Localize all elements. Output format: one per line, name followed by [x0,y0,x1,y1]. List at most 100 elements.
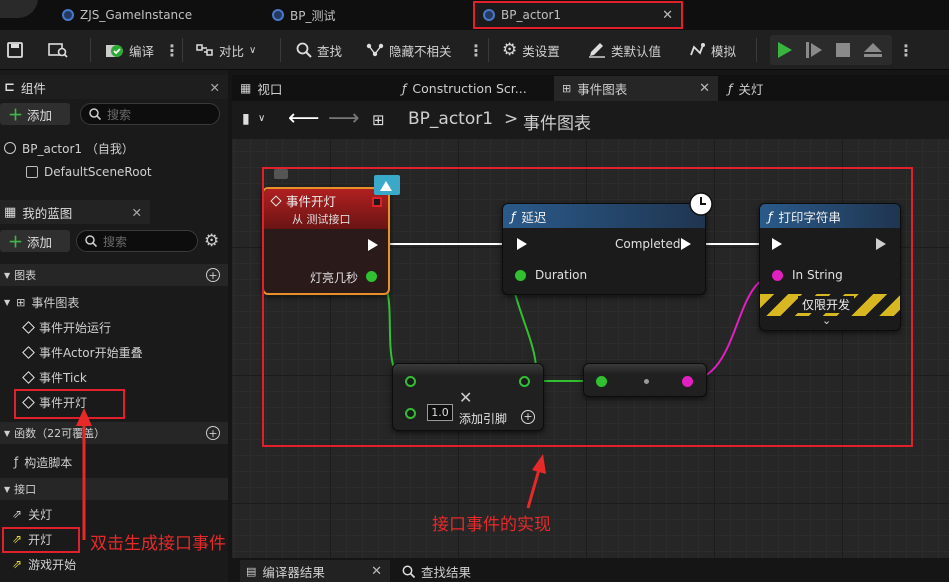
node-header-strip [584,364,706,374]
float-out-pin[interactable] [519,376,530,387]
interface-item-game-start[interactable]: ⇗ 游戏开始 [12,554,76,574]
chevron-down-icon[interactable]: ⌄ [822,314,831,327]
close-icon[interactable]: ✕ [210,80,220,95]
add-pin-icon[interactable]: + [521,410,535,424]
graph-icon: ⊞ [562,82,572,95]
components-search-input[interactable]: 搜索 [80,103,220,125]
exec-in-pin[interactable] [517,238,527,250]
panel-title: 组件 [20,80,46,96]
string-out-pin[interactable] [682,376,693,387]
interfaces-section-header[interactable]: ▼ 接口 [0,478,228,500]
tab-zjs-gameinstance[interactable]: ZJS_GameInstance [62,3,192,27]
interface-message-icon [374,175,400,195]
breadcrumb-root[interactable]: BP_actor1 [408,109,493,129]
diff-button[interactable]: 对比 ∨ [196,39,256,61]
graphs-section-header[interactable]: ▼ 图表 + [0,264,228,286]
stop-icon[interactable] [836,43,850,57]
default-value-input[interactable]: 1.0 [427,404,453,421]
add-component-button[interactable]: ＋ 添加 [0,103,70,125]
bookmark-icon[interactable]: ▮ [242,111,250,127]
hide-unrelated-button[interactable]: 隐藏不相关 [366,39,452,61]
tab-bp-test[interactable]: BP_测试 [272,3,335,27]
search-icon [402,565,415,578]
simulate-button[interactable]: 模拟 [688,39,736,61]
save-button[interactable] [6,39,24,61]
duration-in-pin[interactable] [515,270,526,281]
function-icon: ƒ [402,80,407,96]
event-node-lights-on[interactable]: 事件开灯 从 测试接口 灯亮几秒 [262,187,390,295]
delay-node[interactable]: ƒ 延迟 Completed Duration [502,203,706,295]
divider [488,38,489,62]
add-function-icon[interactable]: + [206,426,220,440]
component-label: BP_actor1 （自我） [22,141,134,156]
compiler-results-icon: ▤ [246,564,257,578]
eject-icon[interactable] [864,43,882,52]
chevron-down-icon[interactable]: ∨ [258,113,265,124]
tab-event-graph[interactable]: ⊞ 事件图表 ✕ [554,76,718,101]
tab-find-results[interactable]: 查找结果 [402,560,471,582]
event-icon [22,320,35,334]
string-in-pin[interactable] [772,270,783,281]
settings-gear-icon[interactable]: ⚙ [204,231,219,251]
compile-options-button[interactable]: ⋮ [164,39,180,61]
functions-section-header[interactable]: ▼ 函数（22可覆盖） + [0,422,228,444]
component-child-item[interactable]: DefaultSceneRoot [26,162,152,182]
back-arrow-icon[interactable]: ⟵ [288,106,320,131]
forward-arrow-icon[interactable]: ⟶ [328,106,360,131]
diff-icon [196,44,213,56]
close-icon[interactable]: ✕ [371,564,382,579]
tab-bp-actor1[interactable]: BP_actor1 ✕ [473,1,683,29]
construction-script-item[interactable]: ƒ 构造脚本 [14,452,72,472]
add-blueprint-member-button[interactable]: ＋ 添加 [0,230,70,252]
add-pin-label[interactable]: 添加引脚 [459,410,507,427]
find-button[interactable]: 查找 [296,39,342,61]
interface-item-lights-on[interactable]: ⇗ 开灯 [12,529,52,549]
add-float-node[interactable]: ✕ 1.0 添加引脚 + [392,363,544,431]
exec-out-pin[interactable] [368,239,378,251]
event-graph-canvas[interactable]: 事件开灯 从 测试接口 灯亮几秒 ƒ 延迟 Completed Duration… [232,139,949,558]
tab-viewport[interactable]: ▦ 视口 [240,77,282,99]
breadcrumb-separator: > [504,109,519,129]
component-root-item[interactable]: BP_actor1 （自我） [4,138,134,158]
event-graph-item[interactable]: ▼ ⊞ 事件图表 [4,292,79,312]
print-string-node[interactable]: ƒ 打印字符串 In String 仅限开发 ⌄ [759,203,901,331]
float-out-pin[interactable] [366,271,377,282]
play-icon[interactable] [778,42,792,58]
exec-out-pin[interactable] [876,238,886,250]
interface-item-lights-off[interactable]: ⇗ 关灯 [12,504,52,524]
actor-icon [4,142,16,154]
divider [756,38,757,62]
class-defaults-button[interactable]: 类默认值 [588,39,661,61]
tab-compiler-results[interactable]: ▤ 编译器结果 ✕ [240,560,390,582]
browse-button[interactable] [48,39,68,61]
components-panel-header: ⊏ 组件 ✕ [0,75,228,99]
frame-skip-icon[interactable] [811,43,822,57]
hide-options-button[interactable]: ⋮ [468,39,484,61]
play-options-button[interactable]: ⋮ [898,39,914,61]
unreal-logo-icon[interactable] [0,0,38,18]
event-list-item[interactable]: 事件Actor开始重叠 [22,342,143,362]
event-list-item[interactable]: 事件Tick [22,367,87,387]
blueprint-search-input[interactable]: 搜索 [76,230,198,252]
conversion-node[interactable] [583,363,707,397]
event-list-item[interactable]: 事件开始运行 [22,317,111,337]
float-in-pin[interactable] [596,376,607,387]
play-controls [770,35,892,65]
exec-out-pin[interactable] [681,238,691,250]
graph-header: ▮ ∨ ⟵ ⟶ ⊞ BP_actor1 > 事件图表 [232,101,949,139]
search-icon [296,42,312,58]
close-icon[interactable]: ✕ [699,81,710,96]
compile-button[interactable]: 编译 [104,39,154,61]
document-tab-bar: ZJS_GameInstance BP_测试 BP_actor1 ✕ [0,0,949,30]
tab-construction-script[interactable]: ƒ Construction Scr... [402,77,527,99]
close-icon[interactable]: ✕ [132,205,142,220]
plus-icon: ＋ [8,105,24,124]
tab-lights-off[interactable]: ƒ 关灯 [728,77,763,99]
float-in-pin-a[interactable] [405,376,416,387]
close-icon[interactable]: ✕ [662,8,673,23]
divider [182,38,183,62]
class-settings-button[interactable]: ⚙ 类设置 [502,39,560,61]
exec-in-pin[interactable] [772,238,782,250]
add-graph-icon[interactable]: + [206,268,220,282]
float-in-pin-b[interactable] [405,408,416,419]
